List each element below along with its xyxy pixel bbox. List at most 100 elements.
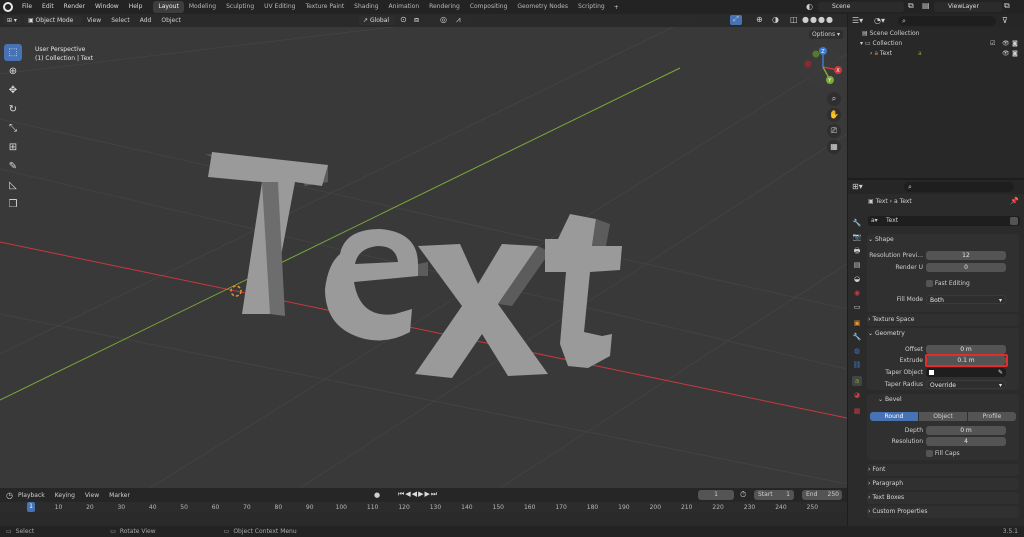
bevel-mode-object[interactable]: Object [919,412,967,421]
tab-render-icon[interactable]: 📷 [852,232,862,242]
display-mode-icon[interactable]: ◔▾ [874,16,885,25]
record-icon[interactable]: ● [374,491,380,499]
collection-camera-icon[interactable]: ◙ [1012,40,1018,47]
shape-section-header[interactable]: ⌄ Shape [868,234,1018,246]
bevel-section-header[interactable]: ⌄ Bevel [878,394,1024,406]
tab-texture-icon[interactable]: ▦ [852,406,862,416]
render-u-field[interactable]: 0 [926,263,1006,272]
scale-tool[interactable]: ⤡ [4,120,22,137]
menu-render[interactable]: Render [59,0,90,14]
offset-field[interactable]: 0 m [926,345,1006,354]
options-button[interactable]: Options ▾ [809,30,843,39]
tab-scripting[interactable]: Scripting [573,1,610,13]
clock-icon[interactable]: ⏱ [740,490,746,500]
datablock-name-field[interactable]: a▾ Text [868,216,1020,226]
view-layer-selector[interactable]: ViewLayer [934,2,1002,12]
font-section-header[interactable]: › Font [868,464,1018,476]
tab-sculpting[interactable]: Sculpting [221,1,259,13]
copy-scene-icon[interactable]: ⧉ [908,1,914,11]
playhead[interactable]: 1 [27,502,35,512]
ortho-grid-icon[interactable]: ▦ [827,140,841,154]
properties-search-input[interactable]: ⌕ [904,182,1014,192]
timeline-menu-keying[interactable]: Keying [50,489,80,502]
tab-material-icon[interactable]: ◕ [852,390,862,400]
tab-modifier-icon[interactable]: 🔧 [852,332,862,342]
tab-animation[interactable]: Animation [384,1,425,13]
eyedropper-icon[interactable]: ✎ [998,368,1003,377]
tab-tool-icon[interactable]: 🔧 [852,218,862,228]
tab-object-icon[interactable]: ▣ [852,318,862,328]
pivot-icon[interactable]: ⊙ [400,15,407,24]
viewport-menu-view[interactable]: View [82,14,106,27]
menu-window[interactable]: Window [90,0,124,14]
geometry-section-header[interactable]: ⌄ Geometry [868,328,1018,340]
filter-icon[interactable]: ⊽ [1002,16,1008,25]
properties-editor-icon[interactable]: ⊞▾ [852,182,863,191]
proportional-edit-icon[interactable]: ◎ [440,15,447,24]
collection-eye-icon[interactable]: 👁 [1002,40,1010,47]
frame-ruler[interactable]: 1102030405060708090100110120130140150160… [0,502,847,512]
viewport-menu-add[interactable]: Add [135,14,157,27]
select-box-tool[interactable]: ⬚ [4,44,22,61]
resolution-preview-field[interactable]: 12 [926,251,1006,260]
depth-field[interactable]: 0 m [926,426,1006,435]
outliner-row-text[interactable]: › a Text a 👁 ◙ [870,50,1020,57]
fill-mode-select[interactable]: Both ▾ [926,295,1006,304]
tab-texture-paint[interactable]: Texture Paint [300,1,349,13]
end-frame-field[interactable]: End 250 [802,490,842,500]
custom-properties-section-header[interactable]: › Custom Properties [868,506,1018,518]
cursor-tool[interactable]: ⊕ [4,63,22,80]
texture-space-section-header[interactable]: › Texture Space [868,314,1018,326]
navigation-gizmo[interactable]: X Y Z [800,44,846,90]
measure-tool[interactable]: ◺ [4,177,22,194]
rotate-tool[interactable]: ↻ [4,101,22,118]
fill-caps-checkbox[interactable] [926,450,933,457]
menu-edit[interactable]: Edit [37,0,59,14]
bevel-mode-round[interactable]: Round [870,412,918,421]
zoom-icon[interactable]: ⌕ [827,92,841,106]
tab-shading[interactable]: Shading [349,1,383,13]
annotate-tool[interactable]: ✎ [4,158,22,175]
collection-checkbox-icon[interactable]: ☑ [990,40,995,47]
tab-modeling[interactable]: Modeling [184,1,221,13]
gizmo-toggle-icon[interactable]: ⊕ [756,15,763,24]
paragraph-section-header[interactable]: › Paragraph [868,478,1018,490]
copy-layer-icon[interactable]: ⧉ [1004,1,1010,11]
move-tool[interactable]: ✥ [4,82,22,99]
tab-rendering[interactable]: Rendering [424,1,465,13]
tab-scene-icon[interactable]: ◒ [852,274,862,284]
start-frame-field[interactable]: Start 1 [754,490,794,500]
bevel-mode-profile[interactable]: Profile [968,412,1016,421]
mode-selector[interactable]: ▣ Object Mode [23,16,82,25]
3d-text-object[interactable] [205,152,622,378]
resolution-field[interactable]: 4 [926,437,1006,446]
falloff-icon[interactable]: ⩘ [456,15,461,25]
transform-tool[interactable]: ⊞ [4,139,22,156]
scene-selector[interactable]: Scene [818,2,904,12]
outliner-search-input[interactable]: ⌕ [898,16,996,26]
snap-icon[interactable]: ⧈ [414,15,419,25]
timeline-menu-marker[interactable]: Marker [104,489,135,502]
blender-logo-icon[interactable] [3,2,13,12]
outliner-editor-icon[interactable]: ☰▾ [852,16,863,25]
add-cube-tool[interactable]: ❒ [4,196,22,213]
current-frame-field[interactable]: 1 [698,490,734,500]
menu-file[interactable]: File [17,0,37,14]
3d-viewport[interactable]: ⊞ ▾ ▣ Object Mode View Select Add Object… [0,14,847,488]
viewport-menu-select[interactable]: Select [106,14,135,27]
timeline-menu-view[interactable]: View [80,489,104,502]
text-eye-icon[interactable]: 👁 [1002,50,1010,57]
viewport-menu-object[interactable]: Object [156,14,186,27]
orientation-selector[interactable]: ↗ Global [359,16,395,25]
timeline-menu-playback[interactable]: Playback [13,489,50,502]
fast-editing-checkbox[interactable] [926,280,933,287]
pin-icon[interactable]: 📌 [1010,197,1019,205]
outliner-row-collection[interactable]: ▾ ▭ Collection ☑ 👁 ◙ [860,40,1020,47]
tab-layout[interactable]: Layout [153,1,184,13]
timeline-editor-icon[interactable]: ◷ [6,491,13,500]
pan-hand-icon[interactable]: ✋ [827,108,841,122]
camera-icon[interactable]: ⎚ [827,124,841,138]
add-workspace-icon[interactable]: + [610,4,623,11]
text-boxes-section-header[interactable]: › Text Boxes [868,492,1018,504]
editor-type-button[interactable]: ⊞ ▾ [3,16,21,25]
